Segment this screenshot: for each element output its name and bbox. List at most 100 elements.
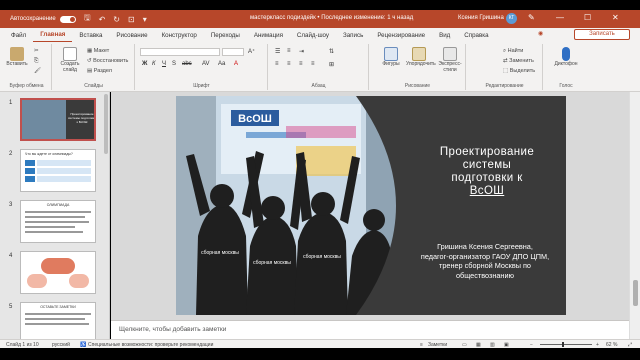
zoom-in-icon[interactable]: + — [596, 342, 599, 348]
strikethrough-icon[interactable]: abc — [182, 61, 192, 67]
slide-thumbnail-2[interactable]: Что вы ждете от олимпиады? — [20, 149, 96, 192]
document-title[interactable]: мастеркласс подиздейк • Последнее измене… — [250, 15, 413, 21]
slide-thumbnail-1[interactable]: Проектирование системы подготовки к ВсОШ — [20, 98, 96, 141]
grow-font-icon[interactable]: A⁺ — [248, 48, 255, 55]
numbering-icon[interactable]: ≡ — [287, 48, 291, 54]
align-left-icon[interactable]: ≡ — [275, 61, 279, 67]
underline-icon[interactable]: Ч — [162, 61, 166, 67]
zoom-out-icon[interactable]: − — [530, 342, 533, 348]
menu-animations[interactable]: Анимация — [247, 32, 290, 39]
shadow-icon[interactable]: S — [172, 61, 176, 67]
thumb-shape — [27, 274, 47, 288]
paragraph-group-label: Абзац — [311, 83, 326, 89]
pen-icon[interactable]: ✎ — [528, 13, 535, 22]
quick-styles-button[interactable]: Экспресс-стили — [436, 47, 464, 73]
record-icon[interactable]: ◉ — [538, 30, 543, 37]
menu-home[interactable]: Главная — [33, 28, 73, 42]
bold-icon[interactable]: Ж — [142, 61, 147, 67]
format-painter-icon[interactable]: 🖌 — [34, 68, 41, 74]
font-color-icon[interactable]: A — [234, 61, 238, 67]
current-slide[interactable]: ВсОШ сборная москвы сборная москвы сборн… — [176, 96, 566, 315]
paragraph-group: ☰ ≡ ⇥ ≡ ≡ ≡ ≡ ⇅ ⊞ Абзац — [269, 44, 369, 90]
dictate-button[interactable]: Диктофон — [550, 47, 582, 67]
notes-icon[interactable]: ≡ — [420, 342, 423, 348]
menu-insert[interactable]: Вставка — [72, 32, 109, 39]
font-size-input[interactable] — [222, 48, 244, 56]
undo-icon[interactable]: ↶ — [99, 15, 106, 24]
thumb-title: ОСТАВЬТЕ ЗАМЕТКИ — [40, 305, 76, 309]
new-slide-icon — [63, 47, 77, 61]
reset-button[interactable]: ↺ Восстановить — [87, 58, 128, 64]
section-button[interactable]: ▤ Раздел — [87, 68, 112, 74]
slideshow-view-icon[interactable]: ▣ — [504, 342, 509, 348]
slide-sorter-icon[interactable]: ▦ — [476, 342, 481, 348]
menu-transitions[interactable]: Переходы — [204, 32, 247, 39]
slide-title[interactable]: Проектирование системы подготовки к ВсОШ — [412, 146, 562, 198]
menu-file[interactable]: Файл — [4, 32, 33, 39]
slide-thumbnail-4[interactable] — [20, 251, 96, 294]
record-button[interactable]: Записать — [574, 29, 630, 40]
smartart-icon[interactable]: ⊞ — [329, 61, 334, 68]
photo-sign-text: ВсОШ — [238, 113, 272, 125]
find-button[interactable]: ⌕ Найти — [503, 48, 523, 55]
language-indicator[interactable]: русский — [52, 342, 70, 348]
notes-button[interactable]: Заметки — [428, 342, 447, 348]
new-slide-button[interactable]: Создать слайд — [56, 47, 84, 73]
normal-view-icon[interactable]: ▭ — [462, 342, 467, 348]
slide-title-line: системы — [462, 159, 512, 171]
slideshow-icon[interactable]: ⊡ — [128, 15, 135, 24]
autosave-toggle[interactable] — [59, 15, 76, 23]
editor-scrollbar[interactable] — [629, 92, 640, 339]
accessibility-icon[interactable]: ♿ — [80, 342, 86, 348]
menu-slideshow[interactable]: Слайд-шоу — [290, 32, 336, 39]
bullets-icon[interactable]: ☰ — [275, 48, 280, 55]
menu-design[interactable]: Конструктор — [155, 32, 204, 39]
redo-icon[interactable]: ↻ — [113, 15, 120, 24]
close-icon[interactable]: ✕ — [612, 13, 619, 22]
align-center-icon[interactable]: ≡ — [287, 61, 291, 67]
arrange-button[interactable]: Упорядочить — [406, 47, 436, 67]
layout-button[interactable]: ▦ Макет — [87, 48, 109, 54]
cut-icon[interactable]: ✂ — [34, 48, 39, 54]
zoom-level[interactable]: 62 % — [606, 342, 617, 348]
spacing-icon[interactable]: AV — [202, 61, 210, 67]
paste-button[interactable]: Вставить — [6, 47, 28, 67]
accessibility-status[interactable]: Специальные возможности: проверьте реком… — [88, 342, 213, 348]
reading-view-icon[interactable]: ▥ — [490, 342, 495, 348]
menu-view[interactable]: Вид — [432, 32, 457, 39]
slide-photo[interactable]: ВсОШ сборная москвы сборная москвы сборн… — [176, 96, 406, 315]
thumb-number: 5 — [9, 304, 13, 310]
zoom-slider[interactable] — [540, 344, 592, 345]
italic-icon[interactable]: К — [152, 61, 156, 67]
avatar[interactable]: КГ — [506, 13, 517, 24]
user-name[interactable]: Ксения Гришина — [458, 15, 504, 21]
menu-record[interactable]: Запись — [336, 32, 370, 39]
case-icon[interactable]: Aa — [218, 61, 225, 67]
dictate-label: Диктофон — [554, 61, 578, 67]
zoom-slider-handle[interactable] — [562, 342, 564, 347]
shapes-button[interactable]: Фигуры — [380, 47, 402, 67]
menu-help[interactable]: Справка — [457, 32, 495, 39]
justify-icon[interactable]: ≡ — [311, 61, 315, 67]
new-slide-label: Создать слайд — [60, 61, 80, 73]
select-button[interactable]: ⬚ Выделить — [503, 68, 535, 74]
align-right-icon[interactable]: ≡ — [299, 61, 303, 67]
minimize-icon[interactable]: — — [556, 13, 564, 22]
slide-thumbnail-3[interactable]: ОЛИМПИАДА — [20, 200, 96, 243]
maximize-icon[interactable]: ☐ — [584, 13, 591, 22]
menu-review[interactable]: Рецензирование — [370, 32, 432, 39]
fit-to-window-icon[interactable]: ⤢ — [628, 342, 632, 348]
scrollbar-thumb[interactable] — [633, 280, 638, 306]
indent-icon[interactable]: ⇥ — [299, 48, 304, 55]
thumb-title: Что вы ждете от олимпиады? — [25, 152, 73, 156]
chevron-down-icon[interactable]: ▾ — [143, 15, 147, 24]
copy-icon[interactable]: ⎘ — [34, 58, 38, 65]
replace-button[interactable]: ⇄ Заменить — [503, 58, 534, 64]
menu-draw[interactable]: Рисование — [109, 32, 154, 39]
font-name-input[interactable] — [140, 48, 220, 56]
save-icon[interactable]: 🖫 — [84, 12, 91, 26]
slide-subtitle[interactable]: Гришина Ксения Сергеевна, педагог-органи… — [400, 242, 566, 280]
thumbnail-scrollbar[interactable] — [104, 94, 108, 154]
text-direction-icon[interactable]: ⇅ — [329, 48, 334, 55]
notes-pane[interactable]: Щелкните, чтобы добавить заметки — [111, 320, 629, 339]
